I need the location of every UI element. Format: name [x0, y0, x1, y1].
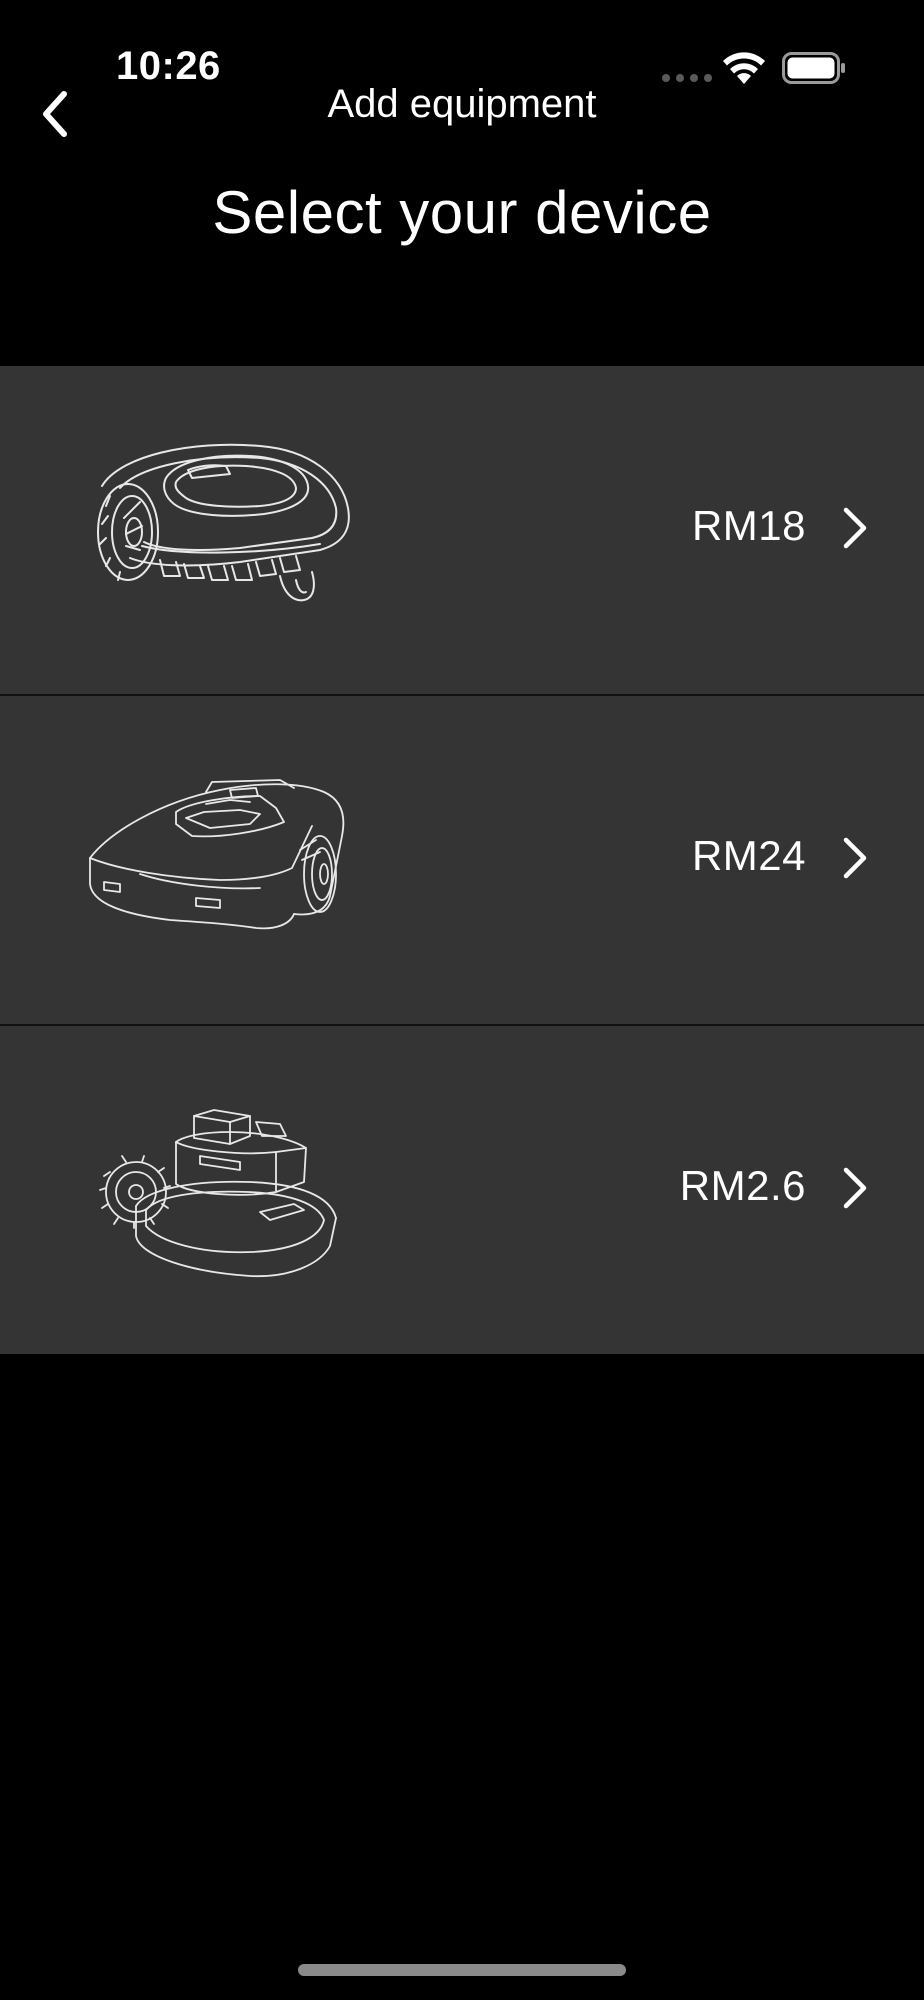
device-item-rm24[interactable]: RM24: [0, 696, 924, 1026]
device-name: RM18: [691, 502, 806, 549]
device-name: RM24: [691, 832, 806, 879]
chevron-right-icon: [843, 837, 867, 879]
chevron-right-icon: [843, 1167, 867, 1209]
signal-dots-icon: [662, 74, 712, 82]
home-indicator[interactable]: [298, 1964, 626, 1976]
chevron-right-icon: [843, 507, 867, 549]
robot-mower-rm18-illustration: [97, 443, 350, 602]
nav-title: Add equipment: [0, 86, 924, 136]
device-item-rm2-6[interactable]: RM2.6: [0, 1026, 924, 1354]
nav-title-text: Add equipment: [327, 86, 597, 126]
status-time: 10:26: [116, 44, 221, 88]
device-item-rm18[interactable]: RM18: [0, 366, 924, 696]
device-list: RM18 RM24 RM2.6: [0, 366, 924, 1354]
page-title: Select your device: [212, 179, 712, 246]
robot-mower-rm26-illustration: [99, 1109, 337, 1278]
battery-icon: [782, 52, 845, 84]
wifi-icon: [723, 52, 765, 84]
device-name: RM2.6: [679, 1162, 806, 1209]
robot-mower-rm24-illustration: [89, 779, 345, 930]
